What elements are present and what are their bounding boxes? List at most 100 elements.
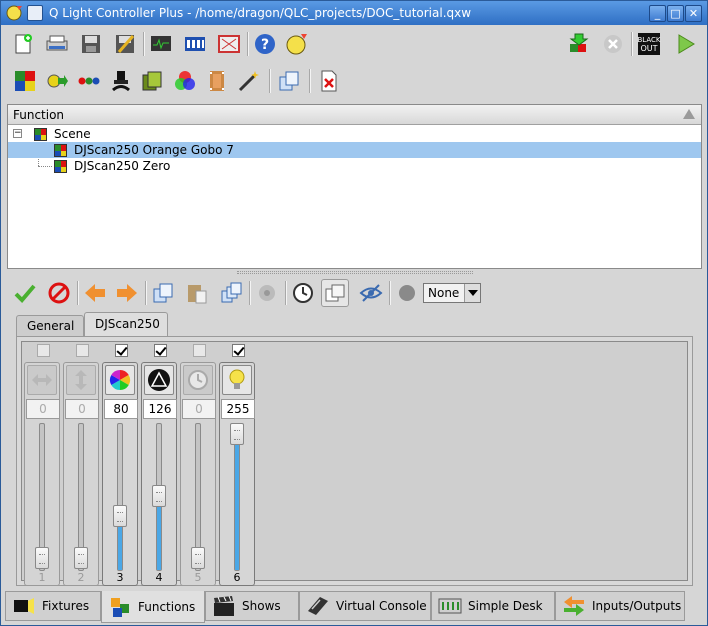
function-tree-header[interactable]: Function (8, 105, 701, 125)
new-scene-button[interactable] (11, 67, 39, 95)
tab-virtual-console[interactable]: Virtual Console (299, 591, 431, 621)
slider-handle[interactable] (230, 423, 244, 445)
efx-icon (112, 71, 130, 92)
tab-inputs-outputs[interactable]: Inputs/Outputs (555, 591, 685, 621)
tab-shows[interactable]: Shows (205, 591, 299, 621)
copy-to-all-button[interactable] (217, 279, 245, 307)
fullscreen-icon (218, 35, 240, 53)
operate-mode-button[interactable] (671, 30, 699, 58)
tree-row-scene[interactable]: − Scene (8, 126, 701, 142)
live-edit-icon (569, 33, 589, 52)
channel-value-field[interactable]: 0 (65, 399, 99, 419)
channel-enable-checkbox[interactable] (232, 344, 245, 357)
slider-handle[interactable] (152, 485, 166, 507)
channel-value-field[interactable]: 80 (104, 399, 138, 419)
slider-track[interactable] (234, 423, 240, 571)
fullscreen-button[interactable] (215, 30, 243, 58)
close-button[interactable]: ✕ (685, 5, 702, 22)
tab-simple-desk[interactable]: Simple Desk (431, 591, 555, 621)
new-rgb-matrix-button[interactable] (171, 67, 199, 95)
next-tab-button[interactable] (113, 279, 141, 307)
function-tree[interactable]: Function − Scene DJScan250 Orange Gobo 7… (7, 104, 702, 269)
new-collection-button[interactable] (139, 67, 167, 95)
slider-track[interactable] (117, 423, 123, 571)
printer-open-icon (46, 35, 68, 51)
address-tool-button[interactable] (181, 30, 209, 58)
arrow-right-icon (117, 284, 137, 302)
paste-button[interactable] (183, 279, 211, 307)
slider-handle[interactable] (113, 505, 127, 527)
gobo-icon (148, 369, 170, 391)
channel-preset-button[interactable] (105, 365, 135, 395)
delete-function-button[interactable] (315, 67, 343, 95)
maximize-button[interactable]: □ (667, 5, 684, 22)
channel-value-field[interactable]: 255 (221, 399, 255, 419)
tab-view-button[interactable] (321, 279, 349, 307)
splitter-handle[interactable] (237, 271, 473, 274)
channel-enable-checkbox[interactable] (193, 344, 206, 357)
tab-general[interactable]: General (16, 315, 84, 336)
channel-value-field[interactable]: 126 (143, 399, 177, 419)
channel-enable-checkbox[interactable] (115, 344, 128, 357)
minimize-button[interactable]: _ (649, 5, 666, 22)
toolbar-separator (249, 281, 251, 305)
monitor-button[interactable] (147, 30, 175, 58)
scene-icon (15, 71, 35, 91)
wizard-icon (238, 71, 259, 92)
channel-preset-button[interactable] (183, 365, 213, 395)
filmstrip-icon (210, 71, 224, 91)
toolbar-separator (285, 281, 287, 305)
stop-all-button[interactable] (599, 30, 627, 58)
chaser-icon (47, 74, 68, 88)
channel-preset-button[interactable] (222, 365, 252, 395)
slider-handle[interactable] (191, 547, 205, 569)
tab-label: Fixtures (42, 599, 90, 613)
new-show-button[interactable] (203, 67, 231, 95)
channel-preset-button[interactable] (27, 365, 57, 395)
save-workspace-button[interactable] (77, 30, 105, 58)
help-button[interactable]: ? (251, 30, 279, 58)
blackout-button[interactable]: BLACK OUT (635, 30, 663, 58)
scene-icon (54, 160, 67, 173)
mode-select[interactable]: None (423, 283, 481, 303)
speed-dial-button[interactable] (289, 279, 317, 307)
disable-all-button[interactable] (45, 279, 73, 307)
slider-handle[interactable] (35, 547, 49, 569)
previous-tab-button[interactable] (81, 279, 109, 307)
channel-preset-button[interactable] (144, 365, 174, 395)
channel-enable-checkbox[interactable] (76, 344, 89, 357)
channel-number: 3 (116, 571, 124, 584)
save-as-button[interactable] (111, 30, 139, 58)
channel-value-field[interactable]: 0 (26, 399, 60, 419)
clone-function-button[interactable] (275, 67, 303, 95)
chevron-down-icon[interactable] (464, 284, 480, 302)
tab-functions[interactable]: Functions (101, 591, 205, 623)
collapse-icon[interactable]: − (13, 129, 22, 138)
tab-fixtures[interactable]: Fixtures (5, 591, 101, 621)
svg-text:?: ? (261, 37, 269, 53)
tab-djscan250[interactable]: DJScan250 (84, 312, 168, 336)
live-edit-button[interactable] (565, 30, 593, 58)
copy-button[interactable] (149, 279, 177, 307)
record-button[interactable] (393, 279, 421, 307)
channel-preset-button[interactable] (66, 365, 96, 395)
new-efx-button[interactable] (107, 67, 135, 95)
channel-value-field[interactable]: 0 (182, 399, 216, 419)
enable-all-button[interactable] (11, 279, 39, 307)
mode-select-value: None (428, 286, 460, 300)
tree-row-function[interactable]: DJScan250 Zero (8, 158, 701, 174)
function-column-header: Function (13, 108, 65, 122)
slider-handle[interactable] (74, 547, 88, 569)
color-tool-button[interactable] (253, 279, 281, 307)
new-sequence-button[interactable] (75, 67, 103, 95)
open-workspace-button[interactable] (43, 30, 71, 58)
tree-row-function[interactable]: DJScan250 Orange Gobo 7 (8, 142, 701, 158)
blind-mode-button[interactable] (357, 279, 385, 307)
new-chaser-button[interactable] (43, 67, 71, 95)
window-menu-icon[interactable] (27, 5, 43, 21)
channel-enable-checkbox[interactable] (37, 344, 50, 357)
new-workspace-button[interactable] (9, 30, 37, 58)
function-wizard-button[interactable] (235, 67, 263, 95)
channel-enable-checkbox[interactable] (154, 344, 167, 357)
about-button[interactable] (283, 30, 311, 58)
